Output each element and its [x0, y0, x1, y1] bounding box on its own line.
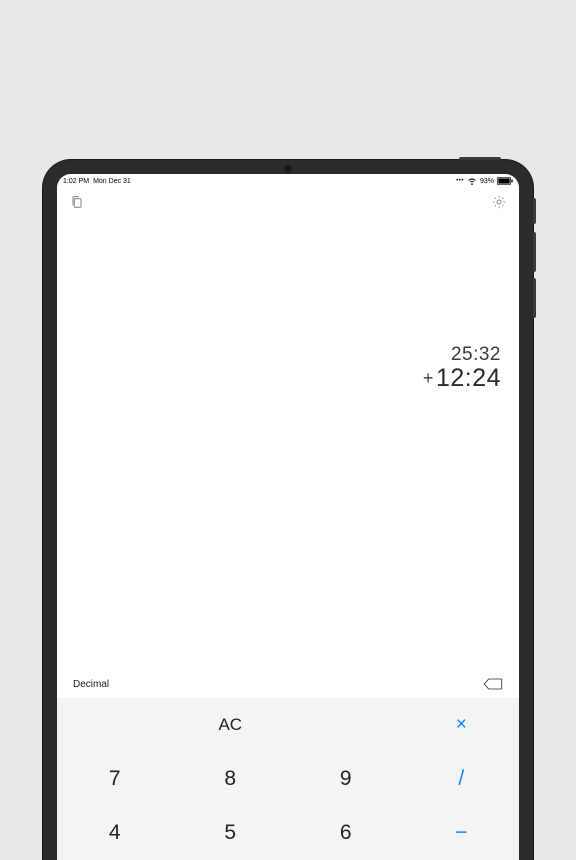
backspace-icon[interactable]: [483, 677, 503, 691]
mode-row: Decimal: [57, 672, 519, 698]
display-line-1: 25:32: [423, 344, 501, 366]
display-line-2: +12:24: [423, 364, 501, 393]
keypad: AC × 7 8 9 / 4 5 6 −: [57, 698, 519, 860]
display-operator: +: [423, 368, 434, 389]
status-date: Mon Dec 31: [93, 178, 131, 185]
key-9[interactable]: 9: [288, 752, 404, 806]
screen: 1:02 PM Mon Dec 31 ••• 93%: [57, 174, 519, 860]
power-button: [459, 157, 501, 160]
copy-icon[interactable]: [67, 192, 87, 212]
key-divide[interactable]: /: [404, 752, 520, 806]
battery-icon: [497, 177, 513, 185]
status-bar: 1:02 PM Mon Dec 31 ••• 93%: [57, 174, 519, 188]
mode-label[interactable]: Decimal: [73, 679, 109, 690]
display-area: 25:32 +12:24: [57, 216, 519, 672]
key-4[interactable]: 4: [57, 806, 173, 860]
toolbar: [57, 188, 519, 216]
cellular-icon: •••: [456, 178, 464, 184]
status-time: 1:02 PM: [63, 178, 89, 185]
key-ac[interactable]: AC: [57, 698, 404, 752]
side-button-1: [533, 198, 536, 224]
front-camera: [284, 165, 292, 173]
key-5[interactable]: 5: [173, 806, 289, 860]
volume-up-button: [533, 232, 536, 272]
volume-down-button: [533, 278, 536, 318]
key-multiply[interactable]: ×: [404, 698, 520, 752]
key-8[interactable]: 8: [173, 752, 289, 806]
status-battery-pct: 93%: [480, 178, 494, 185]
display-value-2: 12:24: [436, 364, 501, 392]
key-7[interactable]: 7: [57, 752, 173, 806]
wifi-icon: [467, 177, 477, 185]
key-6[interactable]: 6: [288, 806, 404, 860]
gear-icon[interactable]: [489, 192, 509, 212]
key-minus[interactable]: −: [404, 806, 520, 860]
ipad-frame: 1:02 PM Mon Dec 31 ••• 93%: [43, 160, 533, 860]
